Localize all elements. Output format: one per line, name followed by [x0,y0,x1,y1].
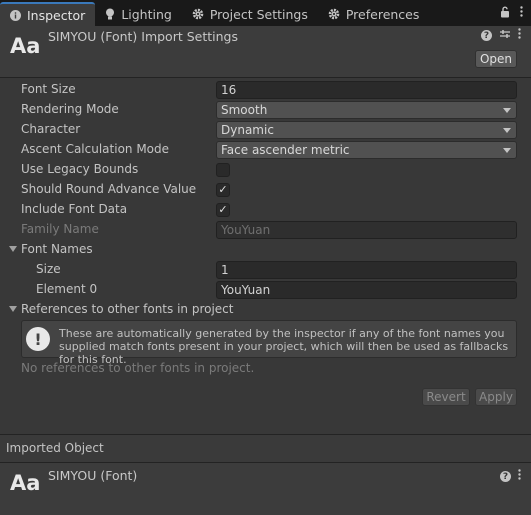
foldout-arrow-icon[interactable] [9,246,17,252]
imported-object-header: Aa SIMYOU (Font) ? [0,462,531,515]
font-size-row: Font Size 16 [0,80,531,100]
font-asset-icon: Aa [10,34,41,58]
font-names-row[interactable]: Font Names [0,240,531,260]
legacy-bounds-label: Use Legacy Bounds [21,162,139,176]
element0-row: Element 0 YouYuan [0,280,531,300]
font-size-field[interactable]: 16 [216,81,517,99]
font-asset-icon: Aa [10,471,41,495]
element0-field[interactable]: YouYuan [216,281,517,299]
family-name-row: Family Name YouYuan [0,220,531,240]
font-size-label: Font Size [21,82,76,96]
tab-preferences[interactable]: Preferences [318,2,430,26]
import-settings-header: Aa SIMYOU (Font) Import Settings ? Open [0,26,531,78]
more-options-icon[interactable] [520,6,523,20]
imported-object-title: SIMYOU (Font) [48,468,138,483]
ascent-row: Ascent Calculation Mode Face ascender me… [0,140,531,160]
character-label: Character [21,122,81,136]
imported-object-label: Imported Object [6,441,104,455]
tab-project-settings[interactable]: Project Settings [182,2,318,26]
ascent-label: Ascent Calculation Mode [21,142,170,156]
include-font-data-checkbox[interactable]: ✓ [216,203,230,217]
lock-icon[interactable] [500,6,510,21]
family-name-label: Family Name [21,222,99,236]
rendering-mode-row: Rendering Mode Smooth [0,100,531,120]
gear-icon [192,8,204,20]
character-row: Character Dynamic [0,120,531,140]
legacy-bounds-checkbox[interactable] [216,163,230,177]
size-label: Size [36,262,61,276]
revert-button[interactable]: Revert [422,388,470,406]
chevron-down-icon [503,148,511,153]
apply-button[interactable]: Apply [475,388,517,406]
rendering-mode-label: Rendering Mode [21,102,119,116]
legacy-bounds-row: Use Legacy Bounds [0,160,531,180]
size-field[interactable]: 1 [216,261,517,279]
open-button[interactable]: Open [475,50,517,68]
tab-project-settings-label: Project Settings [209,6,308,22]
gear-icon [328,8,340,20]
page-title: SIMYOU (Font) Import Settings [48,29,238,44]
tab-lighting[interactable]: Lighting [95,2,182,26]
rendering-mode-dropdown[interactable]: Smooth [216,101,517,119]
more-options-icon[interactable] [518,28,521,43]
rendering-mode-value: Smooth [221,103,268,117]
info-helpbox: ! These are automatically generated by t… [21,320,517,366]
family-name-field: YouYuan [216,221,517,239]
tab-preferences-label: Preferences [345,6,420,22]
more-options-icon[interactable] [518,469,521,483]
chevron-down-icon [503,108,511,113]
ascent-value: Face ascender metric [221,143,350,157]
tab-lighting-label: Lighting [121,6,172,22]
references-row[interactable]: References to other fonts in project [0,300,531,320]
presets-icon[interactable] [499,28,511,43]
bulb-icon [105,8,115,20]
include-font-data-row: Include Font Data ✓ [0,200,531,220]
font-names-label: Font Names [21,242,93,256]
size-row: Size 1 [0,260,531,280]
include-font-data-label: Include Font Data [21,202,128,216]
character-dropdown[interactable]: Dynamic [216,121,517,139]
element0-label: Element 0 [36,282,98,296]
character-value: Dynamic [221,123,274,137]
tab-inspector-label: Inspector [27,7,86,23]
round-advance-checkbox[interactable]: ✓ [216,183,230,197]
help-icon[interactable]: ? [481,30,492,41]
help-icon[interactable]: ? [500,471,511,482]
tab-inspector[interactable]: Inspector [0,2,96,26]
round-advance-label: Should Round Advance Value [21,182,197,196]
references-label: References to other fonts in project [21,302,234,316]
chevron-down-icon [503,128,511,133]
round-advance-row: Should Round Advance Value ✓ [0,180,531,200]
foldout-arrow-icon[interactable] [9,306,17,312]
ascent-dropdown[interactable]: Face ascender metric [216,141,517,159]
imported-object-bar: Imported Object [0,434,531,462]
info-icon [10,9,21,21]
tab-bar: Inspector Lighting Project Settings Pref… [0,0,531,26]
info-icon: ! [26,327,50,351]
no-references-text: No references to other fonts in project. [21,361,255,375]
